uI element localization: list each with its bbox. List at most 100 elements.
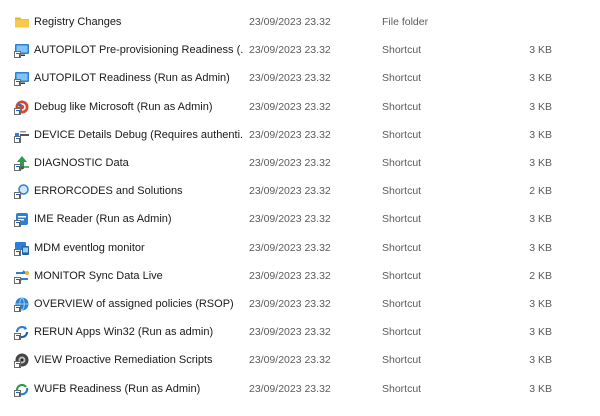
shortcut-overlay-icon — [14, 276, 21, 284]
file-row[interactable]: MONITOR Sync Data Live 23/09/2023 23.32 Sh… — [0, 262, 600, 290]
shortcut-overlay-icon — [14, 333, 21, 341]
file-row[interactable]: OVERVIEW of assigned policies (RSOP) 23/0… — [0, 290, 600, 318]
monitor-shortcut-icon — [14, 268, 30, 284]
file-name: Registry Changes — [34, 16, 122, 29]
date-modified: 23/09/2023 23.32 — [249, 100, 331, 113]
file-name-cell[interactable]: WUFB Readiness (Run as Admin) — [14, 374, 244, 402]
file-type: Shortcut — [382, 128, 422, 141]
file-name: Debug like Microsoft (Run as Admin) — [34, 100, 213, 113]
date-modified: 23/09/2023 23.32 — [249, 269, 331, 282]
shortcut-overlay-icon — [14, 304, 21, 312]
file-name-cell[interactable]: MDM eventlog monitor — [14, 234, 244, 262]
shortcut-overlay-icon — [14, 361, 21, 369]
file-row[interactable]: Registry Changes 23/09/2023 23.32 File fol… — [0, 8, 600, 36]
file-name-cell[interactable]: ERRORCODES and Solutions — [14, 177, 244, 205]
file-row[interactable]: VIEW Proactive Remediation Scripts 23/09/… — [0, 346, 600, 374]
file-row[interactable]: Debug like Microsoft (Run as Admin) 23/09… — [0, 93, 600, 121]
file-size: 3 KB — [529, 354, 552, 367]
file-type: Shortcut — [382, 72, 422, 85]
date-modified: 23/09/2023 23.32 — [249, 16, 331, 29]
file-name-cell[interactable]: VIEW Proactive Remediation Scripts — [14, 346, 244, 374]
file-list: Registry Changes 23/09/2023 23.32 File fol… — [0, 8, 600, 403]
file-name-cell[interactable]: RERUN Apps Win32 (Run as admin) — [14, 318, 244, 346]
file-size: 3 KB — [529, 213, 552, 226]
file-name: MDM eventlog monitor — [34, 241, 145, 254]
file-name: RERUN Apps Win32 (Run as admin) — [34, 326, 214, 339]
date-modified: 23/09/2023 23.32 — [249, 185, 331, 198]
file-name: VIEW Proactive Remediation Scripts — [34, 354, 213, 367]
file-row[interactable]: AUTOPILOT Readiness (Run as Admin) 23/09/… — [0, 64, 600, 92]
file-name: MONITOR Sync Data Live — [34, 269, 163, 282]
shortcut-overlay-icon — [14, 248, 21, 256]
file-name-cell[interactable]: Debug like Microsoft (Run as Admin) — [14, 93, 244, 121]
date-modified: 23/09/2023 23.32 — [249, 128, 331, 141]
device-shortcut-icon — [14, 127, 30, 143]
file-size: 2 KB — [529, 269, 552, 282]
file-name: ERRORCODES and Solutions — [34, 185, 183, 198]
date-modified: 23/09/2023 23.32 — [249, 72, 331, 85]
file-size: 3 KB — [529, 100, 552, 113]
file-name-cell[interactable]: Registry Changes — [14, 8, 244, 36]
file-type: Shortcut — [382, 185, 422, 198]
file-size: 3 KB — [529, 241, 552, 254]
date-modified: 23/09/2023 23.32 — [249, 213, 331, 226]
shortcut-overlay-icon — [14, 79, 21, 87]
file-row[interactable]: WUFB Readiness (Run as Admin) 23/09/2023 … — [0, 374, 600, 402]
file-type: Shortcut — [382, 269, 422, 282]
search-shortcut-icon — [14, 183, 30, 200]
file-name-cell[interactable]: IME Reader (Run as Admin) — [14, 205, 244, 233]
shortcut-overlay-icon — [14, 164, 21, 172]
file-name-cell[interactable]: OVERVIEW of assigned policies (RSOP) — [14, 290, 244, 318]
mdm-shortcut-icon — [14, 240, 30, 256]
shortcut-overlay-icon — [14, 192, 21, 200]
date-modified: 23/09/2023 23.32 — [249, 157, 331, 170]
date-modified: 23/09/2023 23.32 — [249, 241, 331, 254]
file-type: Shortcut — [382, 213, 422, 226]
file-row[interactable]: MDM eventlog monitor 23/09/2023 23.32 Shor… — [0, 234, 600, 262]
date-modified: 23/09/2023 23.32 — [249, 382, 331, 395]
file-size: 3 KB — [529, 72, 552, 85]
file-name: AUTOPILOT Pre-provisioning Readiness (..… — [34, 44, 244, 57]
file-size: 3 KB — [529, 44, 552, 57]
file-name-cell[interactable]: AUTOPILOT Readiness (Run as Admin) — [14, 64, 244, 92]
file-row[interactable]: AUTOPILOT Pre-provisioning Readiness (..… — [0, 36, 600, 64]
file-type: Shortcut — [382, 100, 422, 113]
file-size: 3 KB — [529, 157, 552, 170]
file-size: 2 KB — [529, 185, 552, 198]
file-name-cell[interactable]: DIAGNOSTIC Data — [14, 149, 244, 177]
file-type: Shortcut — [382, 157, 422, 170]
wufb-shortcut-icon — [14, 381, 30, 397]
file-type: File folder — [382, 16, 429, 29]
file-row[interactable]: DEVICE Details Debug (Requires authenti.… — [0, 121, 600, 149]
file-name: OVERVIEW of assigned policies (RSOP) — [34, 297, 234, 310]
file-name-cell[interactable]: MONITOR Sync Data Live — [14, 262, 244, 290]
file-size: 3 KB — [529, 128, 552, 141]
file-row[interactable]: IME Reader (Run as Admin) 23/09/2023 23.3… — [0, 205, 600, 233]
file-name-cell[interactable]: AUTOPILOT Pre-provisioning Readiness (..… — [14, 36, 244, 64]
date-modified: 23/09/2023 23.32 — [249, 44, 331, 57]
file-type: Shortcut — [382, 297, 422, 310]
autopilot-shortcut-icon — [14, 42, 30, 59]
file-name: AUTOPILOT Readiness (Run as Admin) — [34, 72, 230, 85]
file-type: Shortcut — [382, 382, 422, 395]
debug-shortcut-icon — [14, 99, 30, 115]
shortcut-overlay-icon — [14, 389, 21, 397]
file-name-cell[interactable]: DEVICE Details Debug (Requires authenti.… — [14, 121, 244, 149]
autopilot-shortcut-icon — [14, 70, 30, 87]
file-name: DEVICE Details Debug (Requires authenti.… — [34, 128, 244, 141]
shortcut-overlay-icon — [14, 220, 21, 228]
file-type: Shortcut — [382, 326, 422, 339]
file-row[interactable]: DIAGNOSTIC Data 23/09/2023 23.32 Shortcut 3… — [0, 149, 600, 177]
file-name: IME Reader (Run as Admin) — [34, 213, 172, 226]
file-type: Shortcut — [382, 354, 422, 367]
file-size: 3 KB — [529, 382, 552, 395]
file-name: DIAGNOSTIC Data — [34, 157, 129, 170]
file-row[interactable]: ERRORCODES and Solutions 23/09/2023 23.32… — [0, 177, 600, 205]
date-modified: 23/09/2023 23.32 — [249, 326, 331, 339]
file-size: 3 KB — [529, 326, 552, 339]
rerun-shortcut-icon — [14, 324, 30, 341]
file-name: WUFB Readiness (Run as Admin) — [34, 382, 201, 395]
file-row[interactable]: RERUN Apps Win32 (Run as admin) 23/09/202… — [0, 318, 600, 346]
ime-shortcut-icon — [14, 211, 30, 228]
date-modified: 23/09/2023 23.32 — [249, 297, 331, 310]
